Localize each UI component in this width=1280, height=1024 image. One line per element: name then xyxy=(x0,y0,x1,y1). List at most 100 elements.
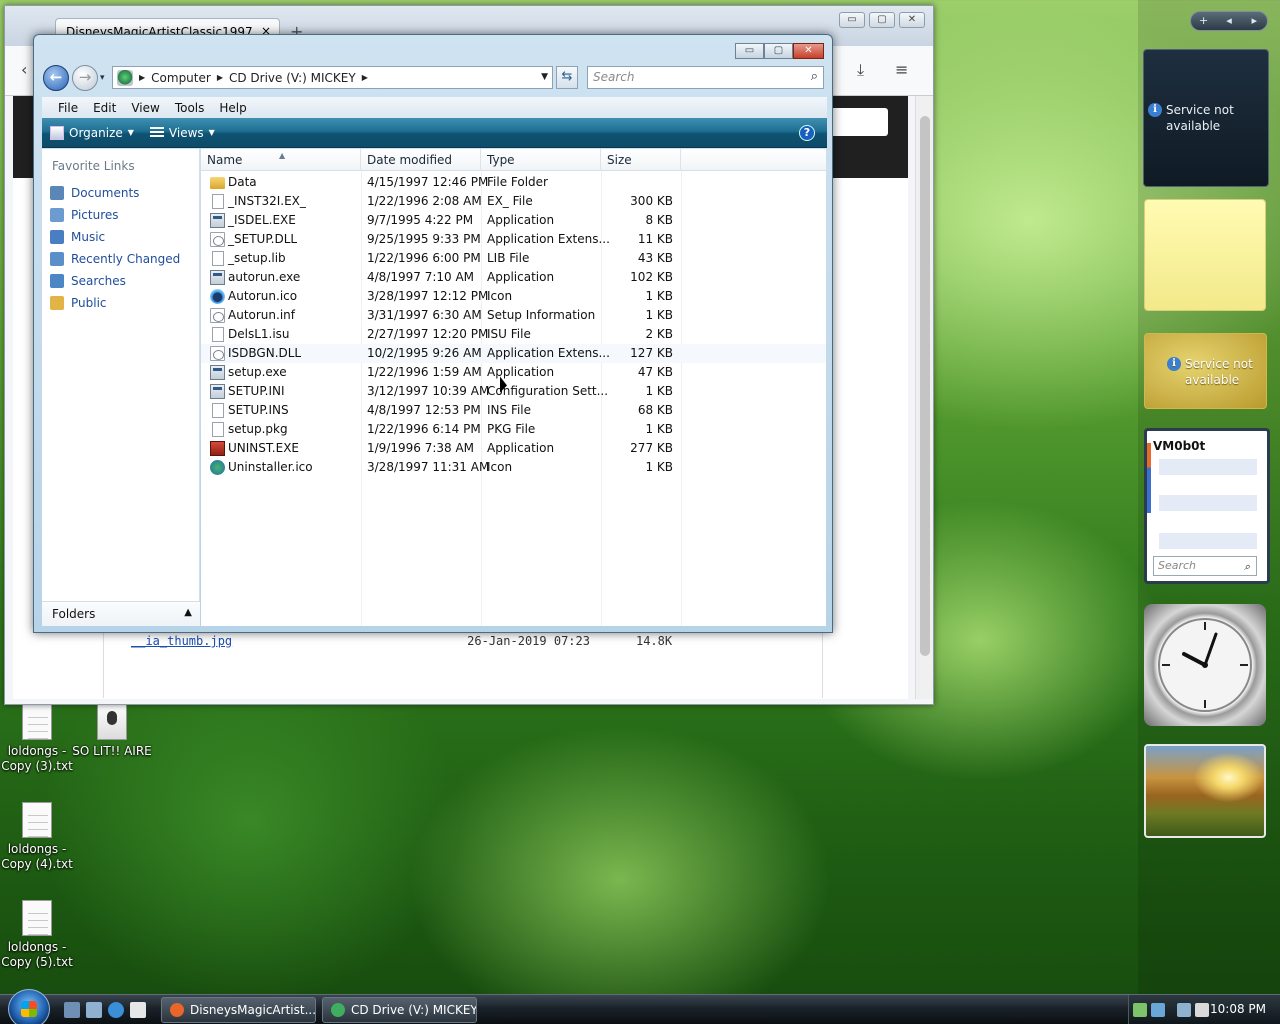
previous-page-button[interactable]: ◂ xyxy=(1216,12,1241,30)
vertical-scrollbar[interactable] xyxy=(915,96,933,699)
file-row[interactable]: ISDBGN.DLL 10/2/1995 9:26 AM Application E… xyxy=(201,344,826,363)
file-row[interactable]: SETUP.INI 3/12/1997 10:39 AM Configuration… xyxy=(201,382,826,401)
breadcrumb-separator-icon[interactable]: ▶ xyxy=(217,73,223,82)
file-date-modified: 9/7/1995 4:22 PM xyxy=(367,213,474,227)
next-page-button[interactable]: ▸ xyxy=(1242,12,1267,30)
breadcrumb-computer[interactable]: Computer xyxy=(151,71,211,85)
desktop-icon-loldongs-copy-4[interactable]: loldongs - Copy (4).txt xyxy=(0,802,77,872)
back-button[interactable]: ← xyxy=(43,65,69,91)
file-size: 127 KB xyxy=(630,346,673,360)
contacts-search-input[interactable]: Search ⌕ xyxy=(1153,556,1257,576)
clock-gadget[interactable] xyxy=(1144,604,1266,726)
feed-headlines-gadget[interactable]: i Service not available xyxy=(1143,49,1269,187)
search-icon[interactable]: ⌕ xyxy=(811,69,818,84)
minimize-button[interactable]: ▭ xyxy=(735,43,764,59)
breadcrumb-separator-icon[interactable]: ▶ xyxy=(362,73,368,82)
refresh-button[interactable]: ⇆ xyxy=(556,66,578,89)
menu-help[interactable]: Help xyxy=(213,101,252,115)
minimize-button[interactable]: ▭ xyxy=(839,12,865,28)
search-icon[interactable]: ⌕ xyxy=(1244,560,1250,574)
nav-link-public[interactable]: Public xyxy=(50,292,180,314)
maximize-button[interactable]: ▢ xyxy=(764,43,793,59)
address-dropdown-icon[interactable]: ▼ xyxy=(541,72,548,82)
desktop-icon-loldongs-copy-3[interactable]: loldongs - Copy (3).txt xyxy=(0,704,77,774)
file-row[interactable]: _INST32I.EX_ 1/22/1996 2:08 AM EX_ File 300… xyxy=(201,192,826,211)
file-row[interactable]: Uninstaller.ico 3/28/1997 11:31 AM Icon 1 K… xyxy=(201,458,826,477)
contact-row[interactable] xyxy=(1159,495,1257,511)
menu-view[interactable]: View xyxy=(125,101,165,115)
explorer-window[interactable]: ▭ ▢ ✕ ← → ▾ ▶ Computer ▶ CD Drive (V:) M… xyxy=(33,34,833,633)
file-date-modified: 1/22/1996 2:08 AM xyxy=(367,194,482,208)
file-row[interactable]: Autorun.inf 3/31/1997 6:30 AM Setup Inform… xyxy=(201,306,826,325)
address-bar[interactable]: ▶ Computer ▶ CD Drive (V:) MICKEY ▶ ▼ xyxy=(112,66,553,89)
column-header-name[interactable]: Name ▲ xyxy=(201,149,361,171)
menu-file[interactable]: File xyxy=(52,101,84,115)
menu-edit[interactable]: Edit xyxy=(87,101,122,115)
close-button[interactable]: ✕ xyxy=(899,12,925,28)
nav-link-searches[interactable]: Searches xyxy=(50,270,180,292)
feed-status: i Service not available xyxy=(1148,102,1256,134)
pictures-icon xyxy=(50,208,64,222)
help-button[interactable]: ? xyxy=(799,125,815,141)
nav-link-recently-changed[interactable]: Recently Changed xyxy=(50,248,180,270)
desktop-icon-so-lit-aire[interactable]: SO LIT!! AIRE xyxy=(72,704,152,759)
column-header-size[interactable]: Size xyxy=(601,149,681,171)
file-row[interactable]: _ISDEL.EXE 9/7/1995 4:22 PM Application 8 K… xyxy=(201,211,826,230)
notepad-icon[interactable] xyxy=(130,1002,146,1018)
download-icon[interactable]: ⤓ xyxy=(857,60,864,80)
listing-file-link[interactable]: __ia_thumb.jpg xyxy=(131,634,232,648)
file-row[interactable]: DelsL1.isu 2/27/1997 12:20 PM ISU File 2 KB xyxy=(201,325,826,344)
menu-tools[interactable]: Tools xyxy=(169,101,211,115)
switch-windows-icon[interactable] xyxy=(86,1002,102,1018)
add-gadget-button[interactable]: + xyxy=(1191,12,1216,30)
scrollbar-thumb[interactable] xyxy=(920,116,930,656)
weather-gadget[interactable]: i Service not available xyxy=(1144,333,1267,409)
taskbar-button-firefox[interactable]: DisneysMagicArtist... xyxy=(161,997,316,1023)
recent-pages-dropdown[interactable]: ▾ xyxy=(100,73,105,83)
breadcrumb-separator-icon[interactable]: ▶ xyxy=(139,73,145,82)
start-button[interactable] xyxy=(8,989,50,1024)
file-row[interactable]: _SETUP.DLL 9/25/1995 9:33 PM Application E… xyxy=(201,230,826,249)
page-search-box[interactable] xyxy=(828,108,888,136)
file-row[interactable]: setup.exe 1/22/1996 1:59 AM Application 47 … xyxy=(201,363,826,382)
nav-link-pictures[interactable]: Pictures xyxy=(50,204,180,226)
network-icon[interactable] xyxy=(1177,1003,1191,1017)
file-row[interactable]: UNINST.EXE 1/9/1996 7:38 AM Application 277… xyxy=(201,439,826,458)
uninstico-icon xyxy=(210,460,225,475)
file-row[interactable]: Autorun.ico 3/28/1997 12:12 PM Icon 1 KB xyxy=(201,287,826,306)
network-status-icon[interactable] xyxy=(1133,1003,1147,1017)
column-header-type[interactable]: Type xyxy=(481,149,601,171)
clock-time[interactable]: 10:08 PM xyxy=(1210,1002,1266,1016)
taskbar-button-explorer[interactable]: CD Drive (V:) MICKEY xyxy=(322,997,477,1023)
search-input[interactable]: Search ⌕ xyxy=(587,66,824,89)
contact-row[interactable] xyxy=(1159,533,1257,549)
close-button[interactable]: ✕ xyxy=(793,43,824,59)
contacts-gadget[interactable]: VM0b0t Search ⌕ xyxy=(1144,428,1270,584)
file-date-modified: 1/22/1996 1:59 AM xyxy=(367,365,482,379)
slideshow-gadget[interactable] xyxy=(1144,744,1266,838)
file-row[interactable]: _setup.lib 1/22/1996 6:00 PM LIB File 43 KB xyxy=(201,249,826,268)
file-row[interactable]: SETUP.INS 4/8/1997 12:53 PM INS File 68 KB xyxy=(201,401,826,420)
column-header-date-modified[interactable]: Date modified xyxy=(361,149,481,171)
file-row[interactable]: Data 4/15/1997 12:46 PM File Folder xyxy=(201,173,826,192)
organize-button[interactable]: Organize ▼ xyxy=(42,125,142,140)
folders-toggle[interactable]: Folders ▲ xyxy=(42,601,200,626)
show-desktop-icon[interactable] xyxy=(64,1002,80,1018)
views-button[interactable]: Views ▼ xyxy=(142,126,223,140)
file-row[interactable]: setup.pkg 1/22/1996 6:14 PM PKG File 1 KB xyxy=(201,420,826,439)
menu-icon[interactable]: ≡ xyxy=(895,60,908,79)
back-arrow-icon[interactable]: ‹ xyxy=(21,60,27,79)
internet-explorer-icon[interactable] xyxy=(108,1002,124,1018)
file-size: 2 KB xyxy=(645,327,673,341)
forward-button[interactable]: → xyxy=(72,65,98,91)
contact-row[interactable] xyxy=(1159,459,1257,475)
nav-link-documents[interactable]: Documents xyxy=(50,182,180,204)
connection-icon[interactable] xyxy=(1151,1003,1165,1017)
nav-link-music[interactable]: Music xyxy=(50,226,180,248)
desktop-icon-loldongs-copy-5[interactable]: loldongs - Copy (5).txt xyxy=(0,900,77,970)
maximize-button[interactable]: ▢ xyxy=(869,12,895,28)
file-row[interactable]: autorun.exe 4/8/1997 7:10 AM Application 10… xyxy=(201,268,826,287)
notes-gadget[interactable] xyxy=(1144,199,1266,311)
breadcrumb-cd-drive[interactable]: CD Drive (V:) MICKEY xyxy=(229,71,356,85)
volume-muted-icon[interactable] xyxy=(1195,1003,1209,1017)
